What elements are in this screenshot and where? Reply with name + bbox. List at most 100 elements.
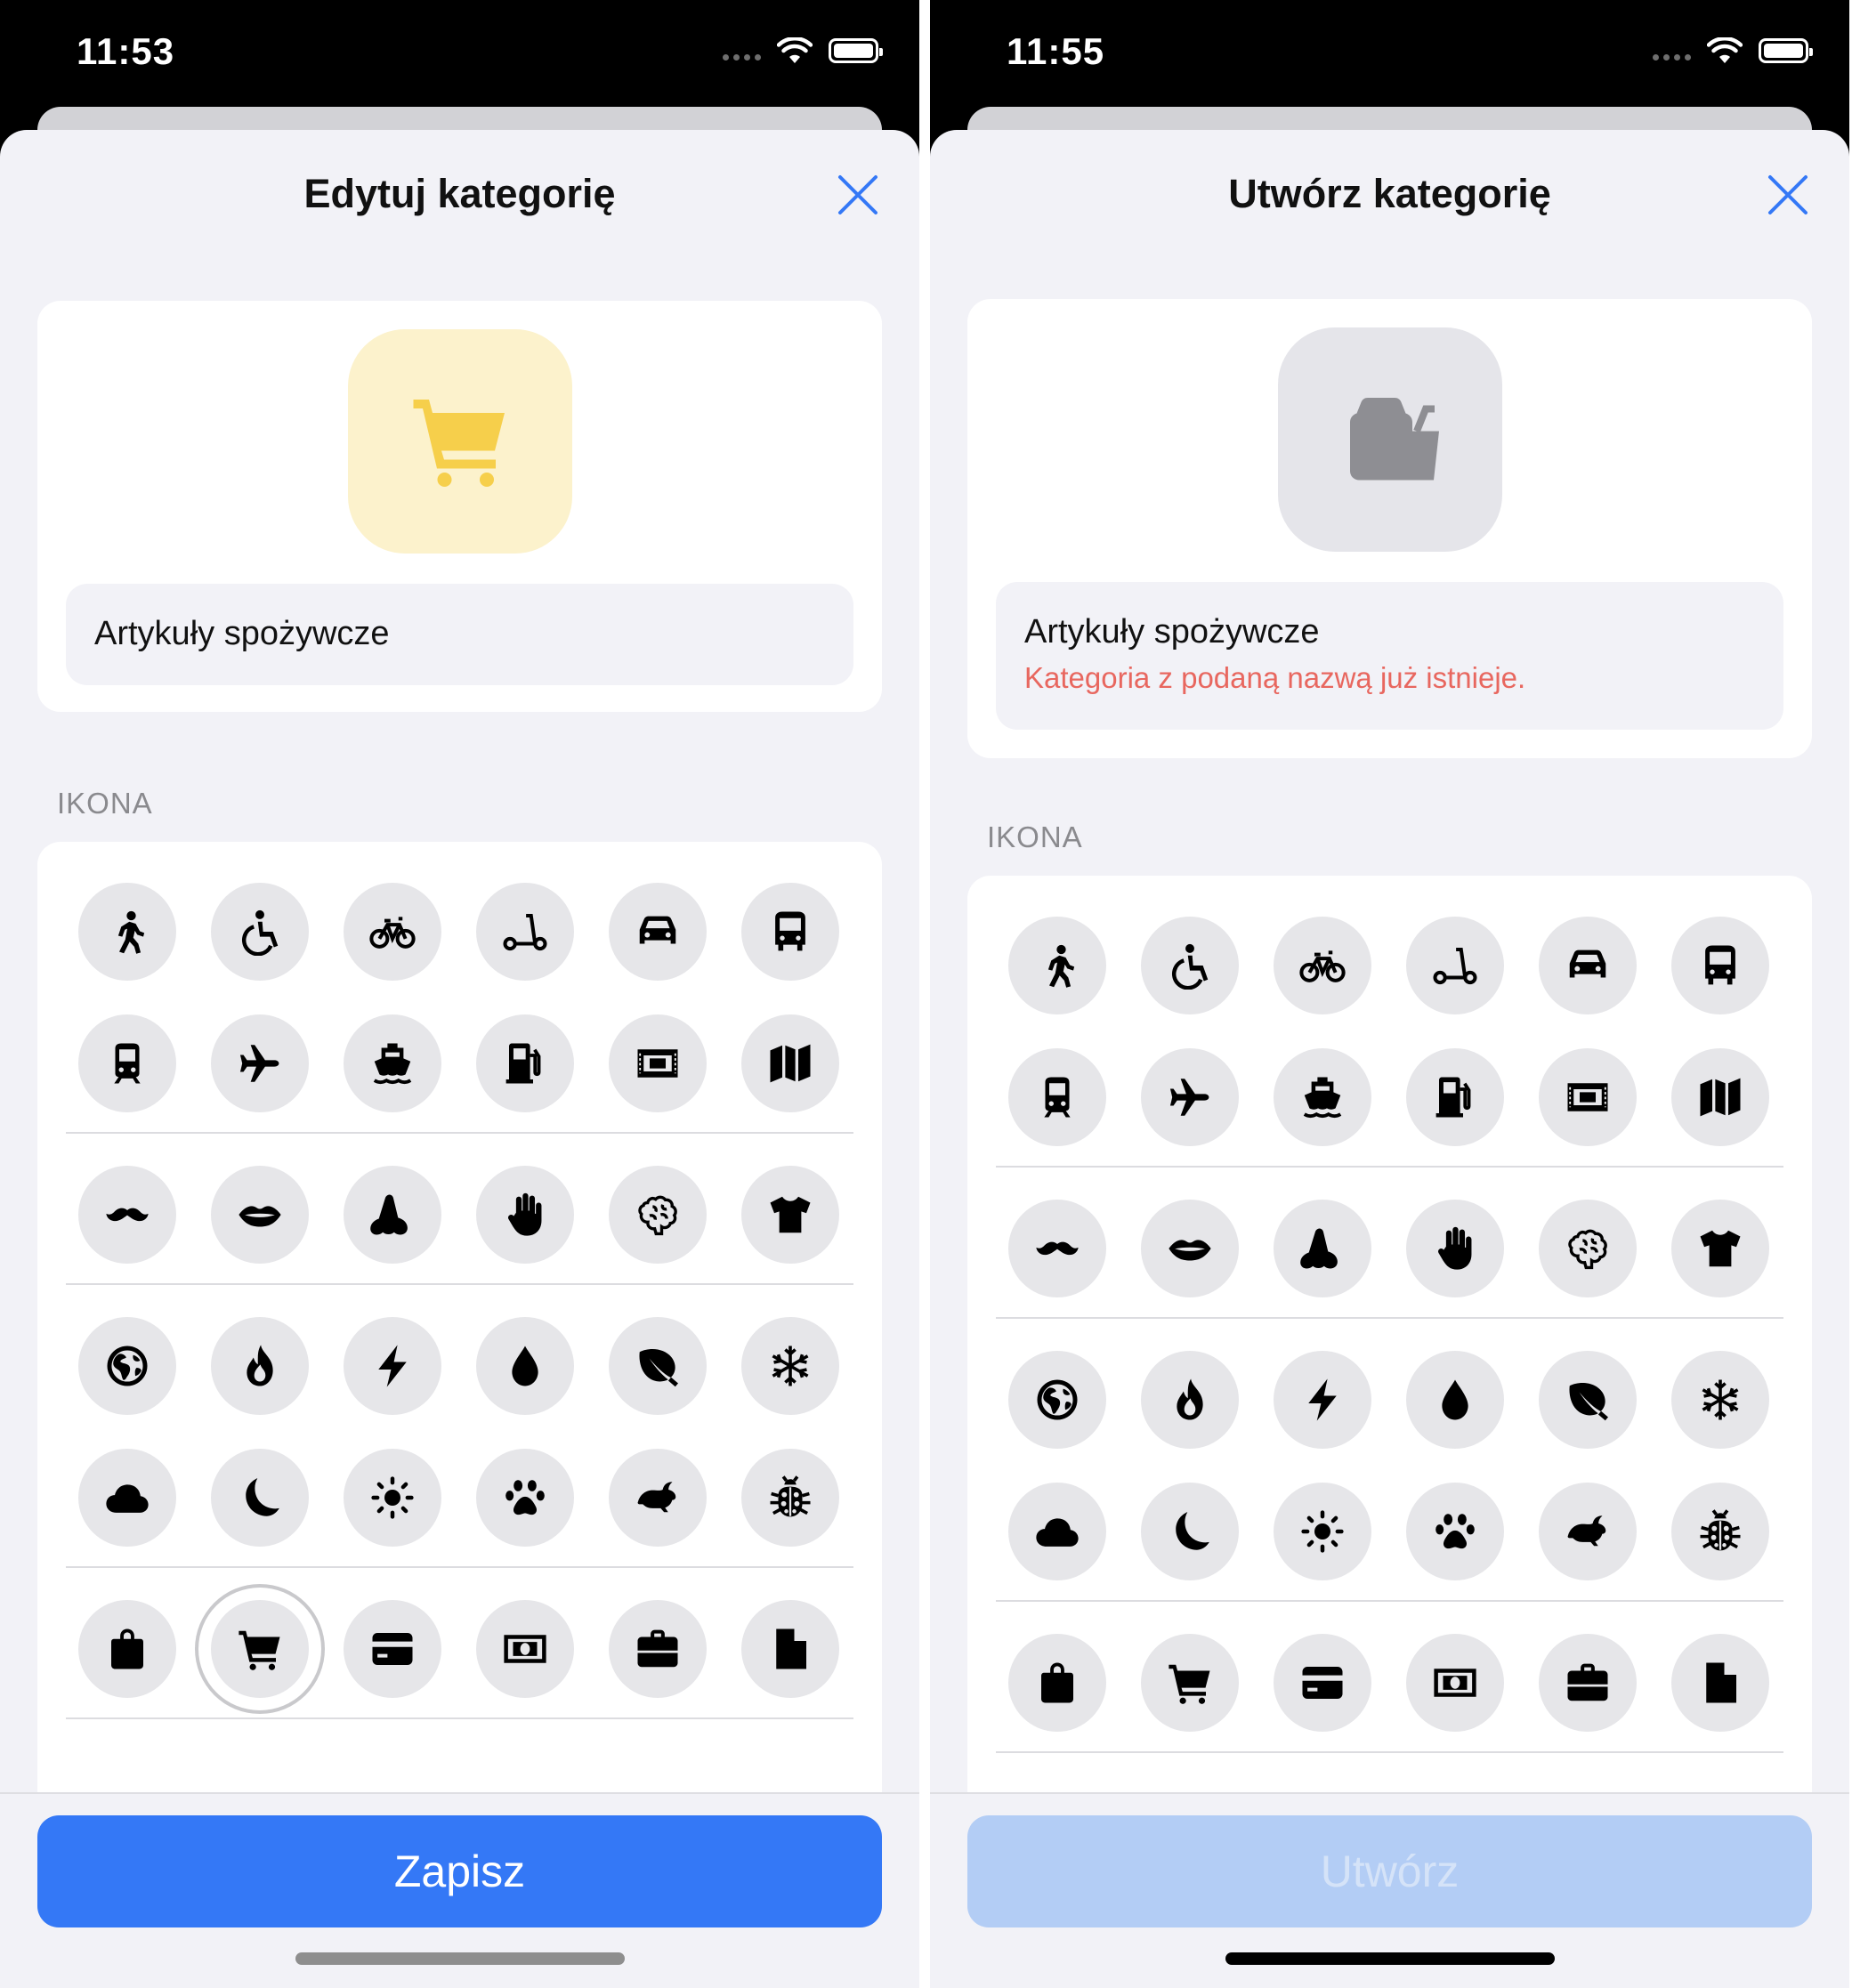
- icon-option-bag[interactable]: [1008, 1634, 1106, 1732]
- flame-icon: [1166, 1376, 1214, 1424]
- icon-row: [1008, 1483, 1770, 1580]
- icon-option-mustache[interactable]: [1008, 1200, 1106, 1297]
- close-icon[interactable]: [836, 173, 880, 217]
- icon-option-nose[interactable]: [1274, 1200, 1371, 1297]
- icon-option-snowflake[interactable]: [1671, 1351, 1769, 1449]
- icon-group-divider: [66, 1283, 853, 1285]
- briefcase-icon: [1564, 1659, 1612, 1707]
- icon-option-paw[interactable]: [1406, 1483, 1504, 1580]
- icon-option-car[interactable]: [1539, 917, 1637, 1014]
- icon-option-bus[interactable]: [1671, 917, 1769, 1014]
- icon-option-moon[interactable]: [211, 1449, 309, 1547]
- icon-option-ladybug[interactable]: [1671, 1483, 1769, 1580]
- category-name-input[interactable]: Artykuły spożywcze: [1024, 612, 1755, 651]
- icon-option-ferry[interactable]: [1274, 1048, 1371, 1146]
- icon-option-leaf[interactable]: [609, 1317, 707, 1415]
- icon-option-bus[interactable]: [741, 883, 839, 981]
- icon-option-cart[interactable]: [211, 1600, 309, 1698]
- icon-option-drop[interactable]: [476, 1317, 574, 1415]
- icon-option-tram[interactable]: [78, 1014, 176, 1112]
- icon-option-mouth[interactable]: [211, 1166, 309, 1264]
- icon-option-tram[interactable]: [1008, 1048, 1106, 1146]
- icon-option-bolt[interactable]: [344, 1317, 441, 1415]
- icon-option-map[interactable]: [741, 1014, 839, 1112]
- icon-option-flame[interactable]: [1141, 1351, 1239, 1449]
- icon-group-divider: [66, 1717, 853, 1719]
- icon-option-mouth[interactable]: [1141, 1200, 1239, 1297]
- icon-option-briefcase[interactable]: [609, 1600, 707, 1698]
- icon-option-bolt[interactable]: [1274, 1351, 1371, 1449]
- icon-option-hare[interactable]: [609, 1449, 707, 1547]
- icon-option-scooter[interactable]: [1406, 917, 1504, 1014]
- icon-option-credit-card[interactable]: [344, 1600, 441, 1698]
- bottom-bar: Utwórz: [930, 1792, 1849, 1988]
- icon-option-walk[interactable]: [78, 883, 176, 981]
- icon-option-ticket[interactable]: [609, 1014, 707, 1112]
- brain-icon: [634, 1191, 682, 1239]
- icon-option-brain[interactable]: [1539, 1200, 1637, 1297]
- icon-option-sun[interactable]: [344, 1449, 441, 1547]
- fuel-pump-icon: [501, 1039, 549, 1087]
- icon-option-airplane[interactable]: [1141, 1048, 1239, 1146]
- icon-option-bag[interactable]: [78, 1600, 176, 1698]
- icon-option-bicycle[interactable]: [344, 883, 441, 981]
- category-name-field[interactable]: Artykuły spożywcze: [66, 584, 853, 685]
- icon-option-ferry[interactable]: [344, 1014, 441, 1112]
- icon-option-tshirt[interactable]: [1671, 1200, 1769, 1297]
- icon-option-hand[interactable]: [476, 1166, 574, 1264]
- scooter-icon: [1431, 941, 1479, 990]
- icon-option-credit-card[interactable]: [1274, 1634, 1371, 1732]
- save-button[interactable]: Zapisz: [37, 1815, 882, 1927]
- wifi-icon: [1707, 37, 1743, 63]
- bottom-bar: Zapisz: [0, 1792, 919, 1988]
- icon-option-bicycle[interactable]: [1274, 917, 1371, 1014]
- icon-option-doc[interactable]: [1671, 1634, 1769, 1732]
- icon-option-drop[interactable]: [1406, 1351, 1504, 1449]
- icon-group-divider: [66, 1132, 853, 1134]
- icon-option-wheelchair[interactable]: [211, 883, 309, 981]
- icon-option-banknote[interactable]: [1406, 1634, 1504, 1732]
- icon-option-tshirt[interactable]: [741, 1166, 839, 1264]
- icon-group-divider: [996, 1166, 1783, 1168]
- icon-option-fuel-pump[interactable]: [1406, 1048, 1504, 1146]
- icon-option-fuel-pump[interactable]: [476, 1014, 574, 1112]
- icon-option-leaf[interactable]: [1539, 1351, 1637, 1449]
- icon-option-snowflake[interactable]: [741, 1317, 839, 1415]
- icon-option-nose[interactable]: [344, 1166, 441, 1264]
- icon-option-briefcase[interactable]: [1539, 1634, 1637, 1732]
- category-name-input[interactable]: Artykuły spożywcze: [94, 614, 825, 653]
- icon-option-hand[interactable]: [1406, 1200, 1504, 1297]
- icon-option-mustache[interactable]: [78, 1166, 176, 1264]
- category-name-field[interactable]: Artykuły spożywcze Kategoria z podaną naz…: [996, 582, 1783, 730]
- icon-option-globe[interactable]: [78, 1317, 176, 1415]
- icon-option-map[interactable]: [1671, 1048, 1769, 1146]
- icon-option-scooter[interactable]: [476, 883, 574, 981]
- icon-option-banknote[interactable]: [476, 1600, 574, 1698]
- icon-option-ticket[interactable]: [1539, 1048, 1637, 1146]
- icon-option-moon[interactable]: [1141, 1483, 1239, 1580]
- close-icon[interactable]: [1766, 173, 1810, 217]
- wifi-icon: [777, 37, 813, 63]
- bag-icon: [103, 1625, 151, 1673]
- icon-option-walk[interactable]: [1008, 917, 1106, 1014]
- icon-option-cart[interactable]: [1141, 1634, 1239, 1732]
- icon-option-hare[interactable]: [1539, 1483, 1637, 1580]
- icon-option-globe[interactable]: [1008, 1351, 1106, 1449]
- icon-row: [78, 1449, 840, 1547]
- wheelchair-icon: [1166, 941, 1214, 990]
- icon-option-car[interactable]: [609, 883, 707, 981]
- icon-option-doc[interactable]: [741, 1600, 839, 1698]
- battery-icon: [829, 38, 883, 63]
- icon-option-cloud[interactable]: [78, 1449, 176, 1547]
- icon-option-sun[interactable]: [1274, 1483, 1371, 1580]
- icon-option-wheelchair[interactable]: [1141, 917, 1239, 1014]
- screen-edit-category: 11:53 Edytuj kategorię Artykuły spożywcze I…: [0, 0, 919, 1988]
- icon-option-cloud[interactable]: [1008, 1483, 1106, 1580]
- icon-option-airplane[interactable]: [211, 1014, 309, 1112]
- icon-option-brain[interactable]: [609, 1166, 707, 1264]
- icon-option-ladybug[interactable]: [741, 1449, 839, 1547]
- icon-option-flame[interactable]: [211, 1317, 309, 1415]
- icon-option-paw[interactable]: [476, 1449, 574, 1547]
- nose-icon: [368, 1191, 416, 1239]
- create-button[interactable]: Utwórz: [967, 1815, 1812, 1927]
